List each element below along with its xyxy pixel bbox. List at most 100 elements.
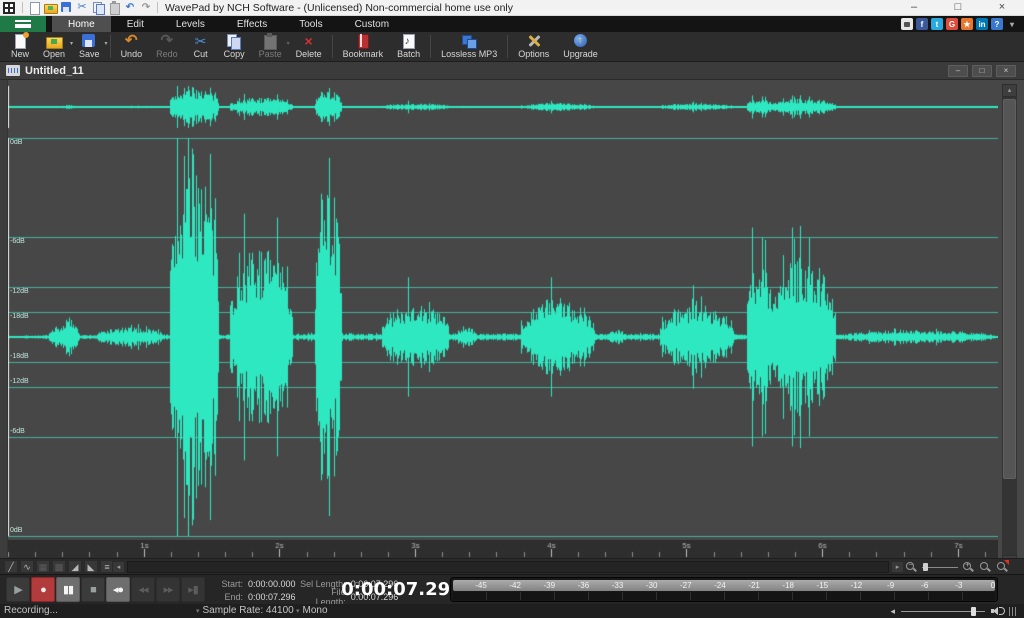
undo-icon[interactable]: ↶ <box>123 1 137 14</box>
save-button[interactable]: Save▾ <box>72 32 107 61</box>
lossless-mp3-label: Lossless MP3 <box>441 49 497 59</box>
google-plus-icon[interactable]: G <box>946 18 958 30</box>
new-button[interactable]: New <box>4 32 36 61</box>
fade-out-tool-icon[interactable]: ◣ <box>84 560 98 573</box>
toolbar-separator <box>110 35 111 58</box>
scroll-up-arrow[interactable]: ▴ <box>1002 84 1017 97</box>
pause-button[interactable]: ▮▮ <box>56 577 80 602</box>
copy-icon[interactable] <box>91 1 105 14</box>
doc-minimize-button[interactable]: – <box>948 65 968 77</box>
open-icon <box>45 33 63 49</box>
hscroll-track[interactable] <box>127 561 889 573</box>
open-file-icon[interactable] <box>43 1 57 14</box>
vertical-scrollbar[interactable]: ▴ ▾ <box>1002 84 1017 568</box>
zoom-full-icon[interactable] <box>996 561 1009 574</box>
mp3-icon <box>460 33 478 49</box>
cut-label: Cut <box>194 49 208 59</box>
bookmark-button[interactable]: Bookmark <box>336 32 391 61</box>
speaker-icon[interactable] <box>991 606 1003 616</box>
zoom-in-icon[interactable]: + <box>962 561 975 574</box>
upgrade-button[interactable]: Upgrade <box>556 32 605 61</box>
meter-tick-24: -24 <box>714 581 726 590</box>
tab-home[interactable]: Home <box>52 16 111 32</box>
dropdown-arrow-icon[interactable]: ▾ <box>105 40 108 47</box>
fade-in-tool-icon[interactable]: ◢ <box>68 560 82 573</box>
tab-custom[interactable]: Custom <box>339 16 405 32</box>
volume-slider[interactable] <box>901 606 985 616</box>
end-value: 0:00:07.296 <box>243 592 299 602</box>
zoom-slider[interactable] <box>922 566 958 569</box>
hscroll-row: ╱∿▦▩◢◣≡ ◂ ▸ − + <box>0 558 1024 574</box>
redo-icon[interactable]: ↷ <box>139 1 153 14</box>
undo-label: Undo <box>121 49 143 59</box>
window-minimize-button[interactable]: – <box>892 0 936 16</box>
open-label: Open <box>43 49 65 59</box>
doc-maximize-button[interactable]: □ <box>972 65 992 77</box>
lossless-mp3-button[interactable]: Lossless MP3 <box>434 32 504 61</box>
window-close-button[interactable]: × <box>980 0 1024 16</box>
ribbon-tabs: HomeEditLevelsEffectsToolsCustom <box>52 16 405 32</box>
options-button[interactable]: Options <box>511 32 556 61</box>
record-button[interactable]: ● <box>31 577 55 602</box>
more-icon[interactable]: ▾ <box>1006 18 1018 30</box>
linkedin-icon[interactable]: in <box>976 18 988 30</box>
cut-icon[interactable]: ✂ <box>75 1 89 14</box>
status-channels[interactable]: ▾Mono <box>296 605 328 616</box>
end-label: End: <box>200 592 243 602</box>
batch-button[interactable]: Batch <box>390 32 427 61</box>
volume-min-icon[interactable]: ◂ <box>890 605 895 617</box>
copy-button[interactable]: Copy <box>217 32 252 61</box>
zoom-selection-icon[interactable] <box>979 561 992 574</box>
zoom-out-icon[interactable]: − <box>905 561 918 574</box>
social-links: ftG★in?▾ <box>901 16 1024 32</box>
window-titlebar: ✂ ↶ ↷ WavePad by NCH Software - (Unlicen… <box>0 0 1024 16</box>
timeline-ruler[interactable] <box>8 540 998 558</box>
app-icon <box>3 2 15 14</box>
vscroll-track[interactable] <box>1002 97 1017 555</box>
waveform-overview[interactable] <box>8 84 998 130</box>
save-file-icon[interactable] <box>59 1 73 14</box>
open-button[interactable]: Open▾ <box>36 32 72 61</box>
waveform-doc-icon <box>6 65 20 76</box>
scrub-tool-icon[interactable]: ∿ <box>20 560 34 573</box>
scroll-right-arrow[interactable]: ▸ <box>891 561 904 573</box>
main-menu-button[interactable] <box>0 16 46 32</box>
vscroll-thumb[interactable] <box>1003 99 1016 479</box>
waveform-display[interactable] <box>8 132 998 540</box>
status-sample-rate[interactable]: ▾Sample Rate: 44100 <box>196 605 294 616</box>
toolbar-separator <box>332 35 333 58</box>
tab-edit[interactable]: Edit <box>111 16 160 32</box>
twitter-icon[interactable]: t <box>931 18 943 30</box>
doc-close-button[interactable]: × <box>996 65 1016 77</box>
divider <box>157 2 158 13</box>
tab-effects[interactable]: Effects <box>221 16 283 32</box>
document-titlebar: Untitled_11 – □ × <box>0 62 1024 80</box>
scroll-left-arrow[interactable]: ◂ <box>112 561 125 573</box>
meter-tick-30: -30 <box>646 581 658 590</box>
tab-levels[interactable]: Levels <box>160 16 221 32</box>
undo-button[interactable]: ↶Undo <box>114 32 150 61</box>
scrub-button[interactable]: ◂● <box>106 577 130 602</box>
window-maximize-button[interactable]: □ <box>936 0 980 16</box>
rate-icon[interactable]: ★ <box>961 18 973 30</box>
paste-icon[interactable] <box>107 1 121 14</box>
delete-button[interactable]: ×Delete <box>289 32 329 61</box>
dropdown-marker-icon: ▾ <box>196 608 200 615</box>
bookmark-icon <box>354 33 372 49</box>
save-icon <box>80 33 98 49</box>
like-icon[interactable] <box>901 18 913 30</box>
stop-button[interactable]: ■ <box>81 577 105 602</box>
upgrade-label: Upgrade <box>563 49 598 59</box>
ribbon-toolbar: NewOpen▾Save▾↶Undo↷Redo✂CutCopyPaste▾×De… <box>0 32 1024 62</box>
help-icon[interactable]: ? <box>991 18 1003 30</box>
facebook-icon[interactable]: f <box>916 18 928 30</box>
window-title: WavePad by NCH Software - (Unlicensed) N… <box>165 2 513 14</box>
draw-tool-icon[interactable]: ╱ <box>4 560 18 573</box>
options-label: Options <box>518 49 549 59</box>
cut-button[interactable]: ✂Cut <box>185 32 217 61</box>
tab-tools[interactable]: Tools <box>283 16 338 32</box>
transport-buttons: ▶●▮▮■◂●◂◂▸▸▸▮ <box>6 577 205 602</box>
play-button[interactable]: ▶ <box>6 577 30 602</box>
meter-tick-6: -6 <box>921 581 928 590</box>
new-file-icon[interactable] <box>27 1 41 14</box>
